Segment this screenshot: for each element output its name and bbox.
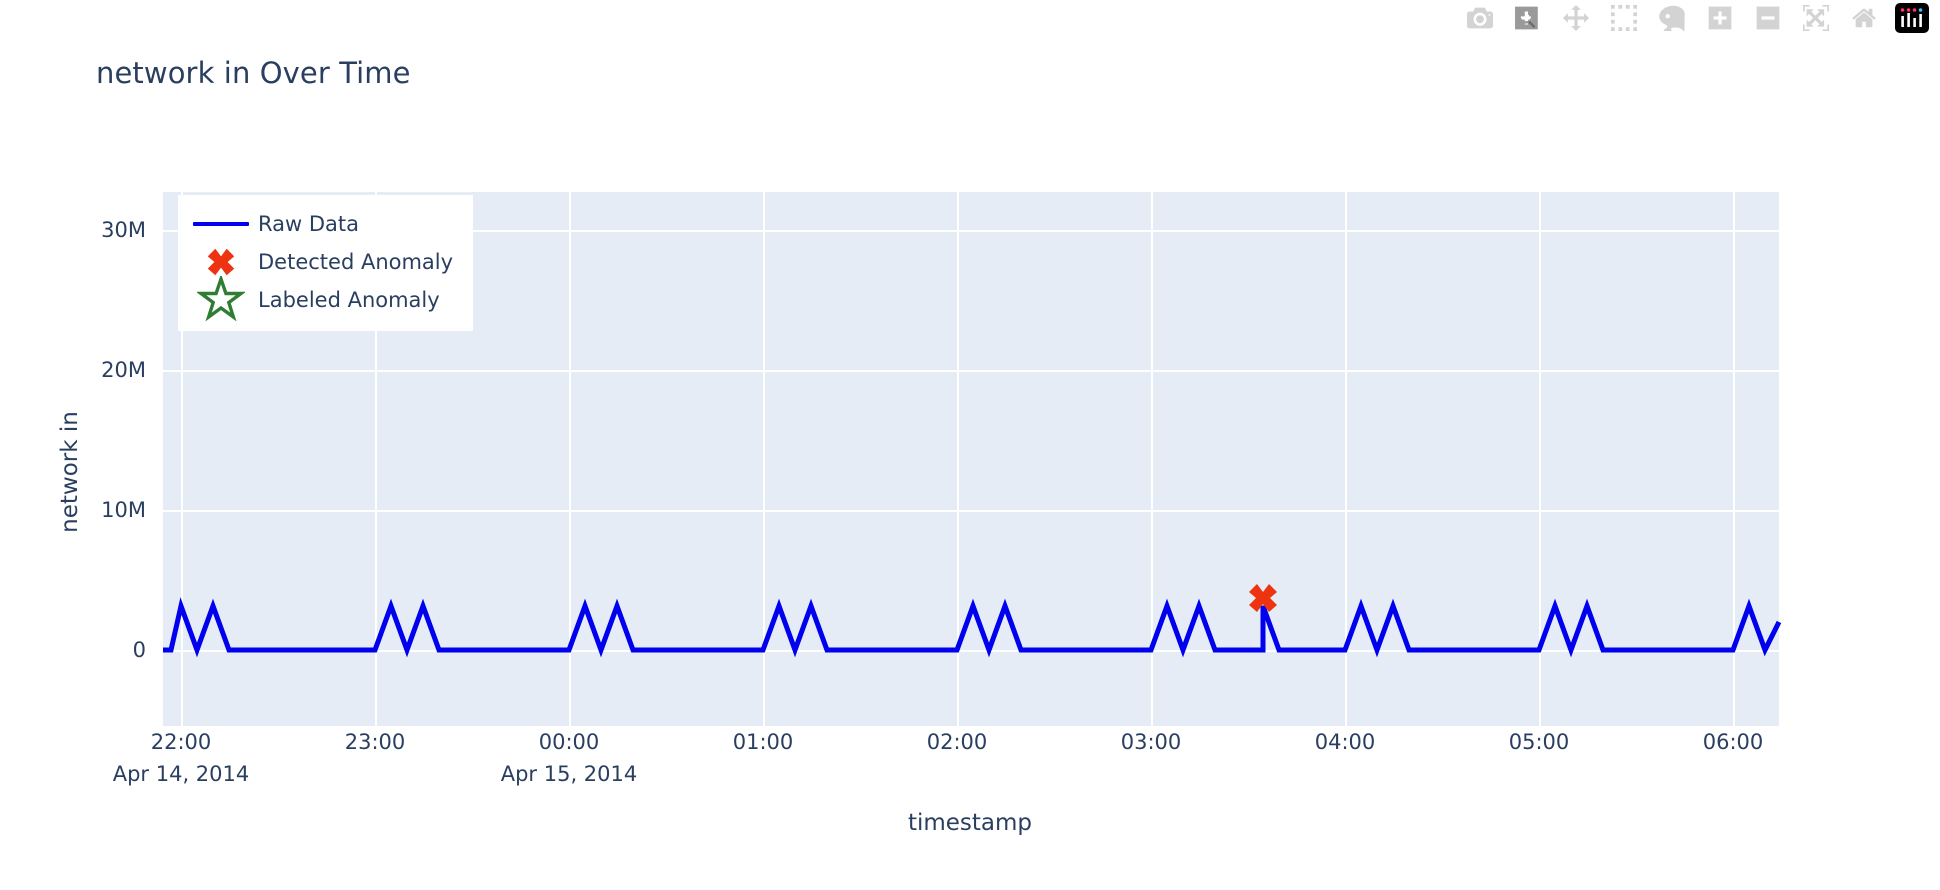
- x-tick-time: 23:00: [344, 730, 406, 754]
- x-tick-time: 01:00: [732, 730, 794, 754]
- modebar-group-download: [1456, 1, 1504, 35]
- reset-axes-button[interactable]: [1840, 1, 1888, 35]
- lasso-select-icon: [1659, 5, 1685, 31]
- y-axis-title: network in: [57, 411, 83, 533]
- zoom-button[interactable]: [1504, 1, 1552, 35]
- x-axis-tick-label: 01:00: [733, 730, 794, 754]
- x-tick-time: 06:00: [1702, 730, 1764, 754]
- x-axis-tick-label: 00:00 Apr 15, 2014: [501, 730, 638, 786]
- modebar-group-logo: [1888, 1, 1936, 35]
- x-tick-time: 05:00: [1508, 730, 1570, 754]
- x-tick-time: 03:00: [1120, 730, 1182, 754]
- legend-line-swatch: [190, 222, 252, 226]
- autoscale-button[interactable]: [1792, 1, 1840, 35]
- zoom-out-button[interactable]: [1744, 1, 1792, 35]
- y-axis-tick-label: 10M: [101, 498, 146, 522]
- plotly-logo-button[interactable]: [1888, 1, 1936, 35]
- plot-container[interactable]: 30M 20M 10M 0 22:00 Apr 14, 2014 23:00 0…: [0, 0, 1940, 890]
- y-axis-tick-label: 20M: [101, 358, 146, 382]
- x-axis-tick-label: 23:00: [345, 730, 406, 754]
- x-tick-time: 04:00: [1314, 730, 1376, 754]
- lasso-select-button[interactable]: [1648, 1, 1696, 35]
- zoom-magnifier-icon: [1515, 6, 1538, 30]
- plus-square-icon: [1708, 6, 1732, 30]
- x-marker-icon: [190, 245, 252, 279]
- legend-item-label: Labeled Anomaly: [258, 288, 440, 312]
- modebar-group-zoom: [1696, 1, 1888, 35]
- box-select-button[interactable]: [1600, 1, 1648, 35]
- x-tick-time: 22:00: [150, 730, 212, 754]
- camera-icon: [1467, 7, 1493, 29]
- home-icon: [1852, 8, 1876, 28]
- x-axis-tick-label: 02:00: [927, 730, 988, 754]
- x-axis-tick-label: 22:00 Apr 14, 2014: [113, 730, 250, 786]
- minus-square-icon: [1756, 6, 1780, 30]
- star-outline-icon: [190, 276, 252, 324]
- raw-data-line[interactable]: [163, 597, 1782, 658]
- legend-item-raw-data[interactable]: Raw Data: [190, 205, 453, 243]
- box-select-icon: [1611, 5, 1637, 31]
- x-axis-tick-label: 03:00: [1121, 730, 1182, 754]
- y-axis-tick-label: 30M: [101, 218, 146, 242]
- plotly-modebar[interactable]: [1456, 0, 1936, 36]
- x-tick-date: Apr 15, 2014: [500, 762, 638, 786]
- x-axis-tick-label: 06:00: [1703, 730, 1764, 754]
- pan-arrows-icon: [1563, 5, 1589, 31]
- x-tick-time: 02:00: [926, 730, 988, 754]
- chart-legend[interactable]: Raw Data Detected Anomaly Labeled Anomal…: [178, 195, 474, 331]
- zoom-in-button[interactable]: [1696, 1, 1744, 35]
- x-axis-tick-label: 05:00: [1509, 730, 1570, 754]
- legend-item-label: Detected Anomaly: [258, 250, 454, 274]
- plotly-logo-icon: [1895, 3, 1929, 33]
- y-axis-tick-label: 0: [132, 638, 146, 662]
- x-tick-time: 00:00: [538, 730, 600, 754]
- legend-item-labeled-anomaly[interactable]: Labeled Anomaly: [190, 276, 453, 322]
- download-plot-as-png-button[interactable]: [1456, 1, 1504, 35]
- x-axis-title: timestamp: [907, 810, 1033, 836]
- pan-button[interactable]: [1552, 1, 1600, 35]
- autoscale-icon: [1803, 5, 1829, 31]
- modebar-group-drag: [1504, 1, 1696, 35]
- x-tick-date: Apr 14, 2014: [112, 762, 250, 786]
- legend-item-label: Raw Data: [258, 212, 359, 236]
- x-axis-tick-label: 04:00: [1315, 730, 1376, 754]
